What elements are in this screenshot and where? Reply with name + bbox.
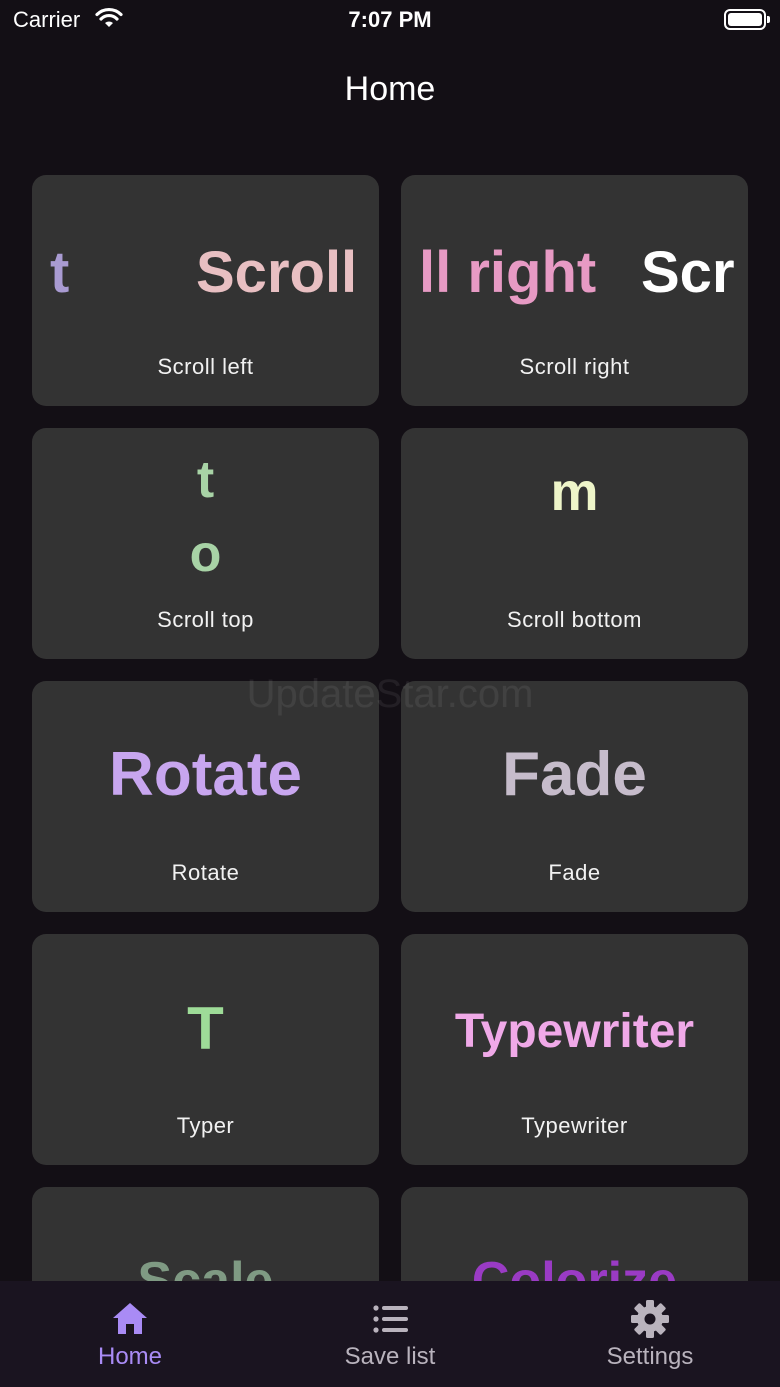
tab-save-list[interactable]: Save list [260, 1281, 520, 1387]
demo-text: t [196, 451, 215, 509]
home-icon [113, 1303, 147, 1334]
card-label: Typer [176, 1113, 235, 1138]
card-scale[interactable]: Scale [32, 1187, 379, 1281]
card-colorize[interactable]: Colorize [401, 1187, 748, 1281]
tab-label: Home [97, 1343, 163, 1370]
card-typer[interactable]: T Typer [32, 934, 379, 1165]
list-icon [373, 1305, 408, 1333]
demo-text: Typewriter [454, 1005, 695, 1058]
card-label: Typewriter [521, 1113, 628, 1138]
card-scroll-bottom[interactable]: m Scroll bottom [401, 428, 748, 659]
page-title: Home [344, 70, 436, 108]
demo-text: o [189, 525, 222, 583]
demo-text: Fade [502, 740, 647, 809]
card-rotate[interactable]: Rotate Rotate [32, 681, 379, 912]
gear-icon [631, 1300, 669, 1338]
clock: 7:07 PM [348, 7, 432, 32]
tab-settings[interactable]: Settings [520, 1281, 780, 1387]
demo-text: Colorize [471, 1252, 678, 1281]
demo-text: T [187, 995, 224, 1062]
card-fade[interactable]: Fade Fade [401, 681, 748, 912]
status-bar: Carrier 7:07 PM [0, 0, 780, 44]
demo-text: t [50, 240, 70, 305]
demo-text: m [550, 462, 599, 522]
card-scroll-right[interactable]: ll right Scr Scroll right [401, 175, 748, 406]
battery-icon [724, 9, 770, 30]
card-label: Scroll left [157, 354, 254, 379]
demo-text: Scale [137, 1252, 274, 1281]
tab-home[interactable]: Home [0, 1281, 260, 1387]
animation-grid[interactable]: t Scroll Scroll left ll right Scr Scroll… [0, 140, 780, 1281]
card-label: Scroll bottom [507, 607, 642, 632]
demo-text: Rotate [109, 740, 302, 809]
card-label: Scroll right [519, 354, 630, 379]
card-typewriter[interactable]: Typewriter Typewriter [401, 934, 748, 1165]
demo-text: Scroll [196, 240, 358, 305]
demo-text: ll right [419, 240, 597, 305]
tab-bar: Home Save list Settings [0, 1281, 780, 1387]
tab-label: Settings [606, 1343, 694, 1370]
card-scroll-top[interactable]: t o Scroll top [32, 428, 379, 659]
card-label: Scroll top [157, 607, 254, 632]
demo-text: Scr [641, 240, 735, 305]
card-label: Fade [548, 860, 601, 885]
tab-label: Save list [344, 1343, 436, 1370]
card-label: Rotate [171, 860, 240, 885]
card-scroll-left[interactable]: t Scroll Scroll left [32, 175, 379, 406]
